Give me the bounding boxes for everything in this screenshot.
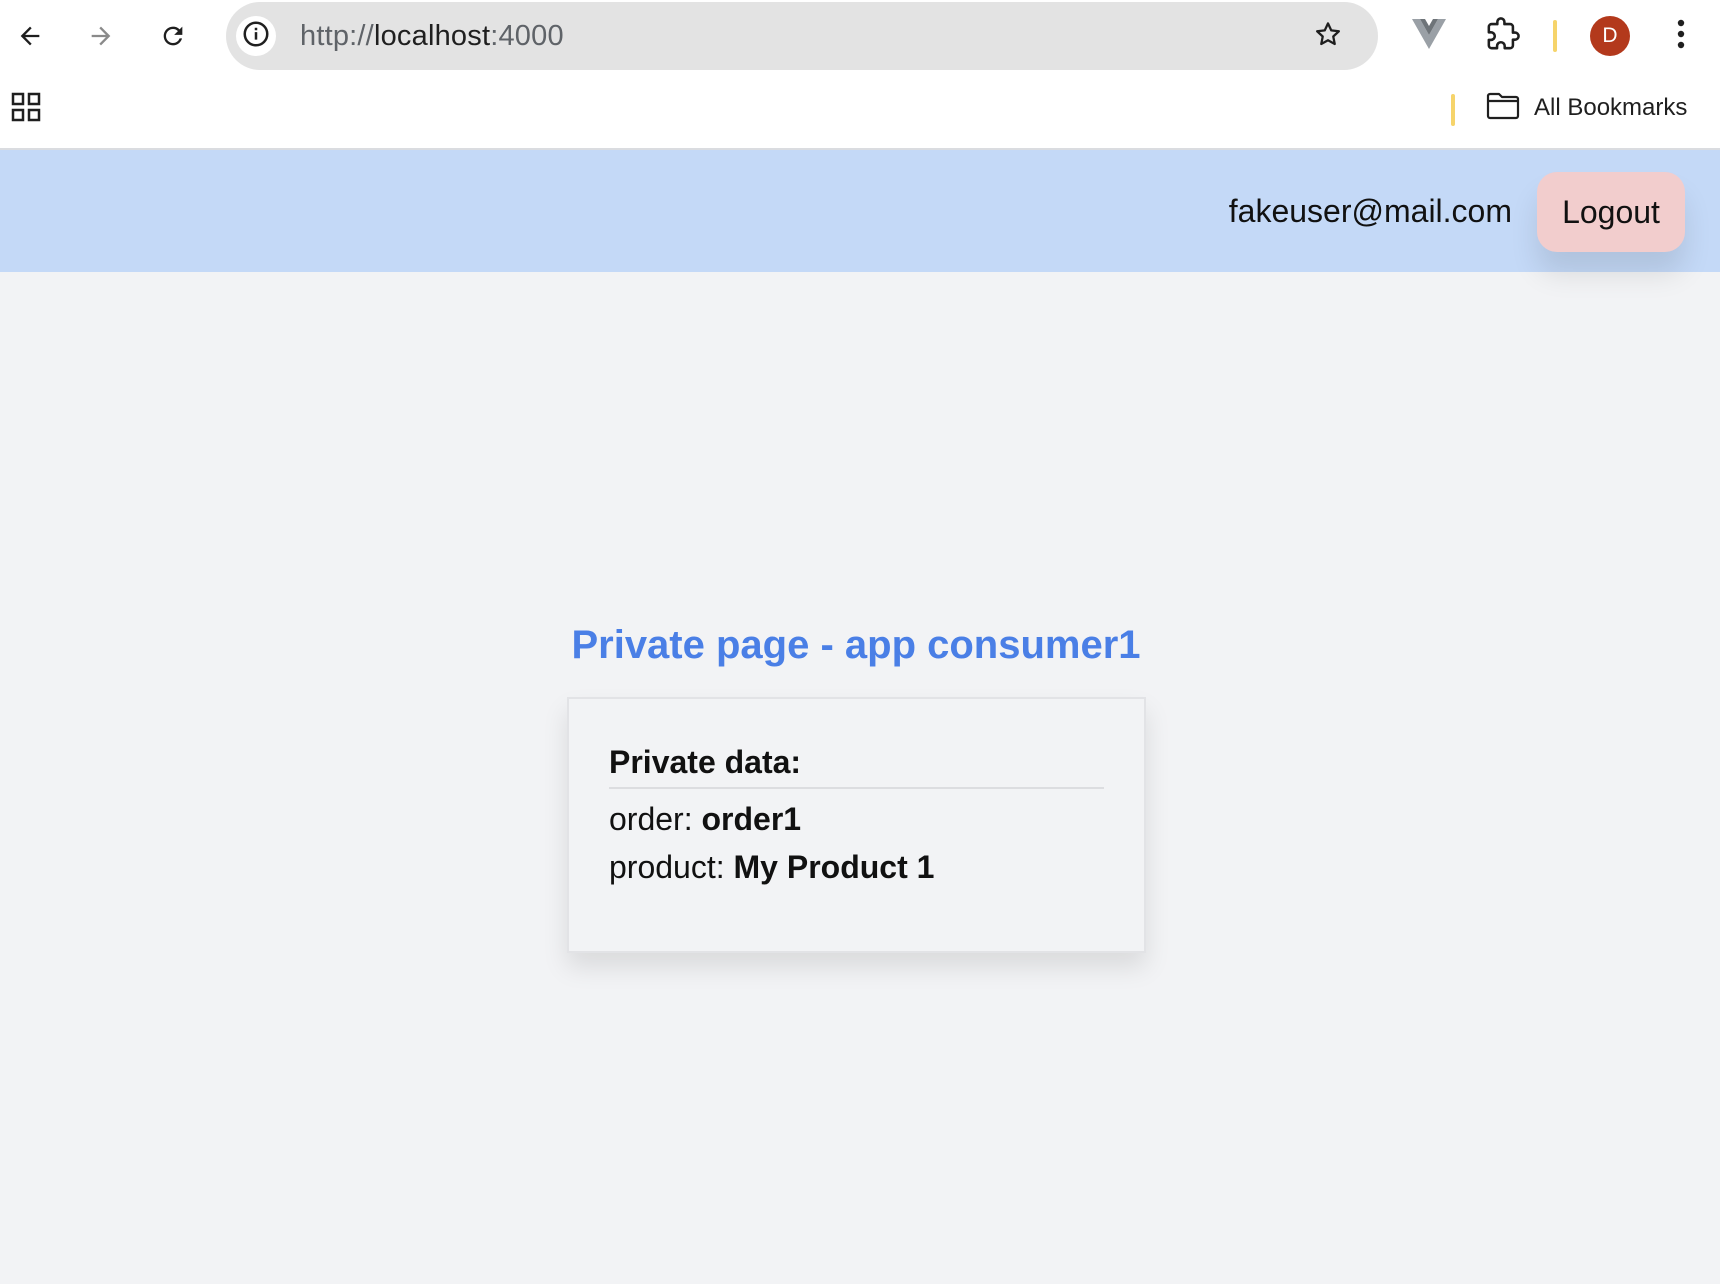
forward-button[interactable] [81,16,121,56]
reload-button[interactable] [153,16,193,56]
private-data-card: Private data: order: order1 product: My … [567,697,1146,953]
puzzle-icon [1486,16,1520,56]
browser-menu-button[interactable] [1664,16,1698,56]
url-scheme: http:// [300,20,374,52]
reload-icon [159,22,187,50]
folder-icon [1486,92,1520,125]
forward-icon [87,22,115,50]
order-value: order1 [701,801,802,837]
profile-avatar[interactable]: D [1590,16,1630,56]
extensions-button[interactable] [1482,15,1524,57]
vue-devtools-extension[interactable] [1409,17,1449,55]
more-vert-icon [1677,19,1685,54]
user-email: fakeuser@mail.com [1228,193,1512,229]
order-row: order: order1 [609,795,1104,843]
url-host: localhost [373,20,491,52]
card-heading: Private data: [609,743,1104,789]
bookmarks-bar: All Bookmarks [0,72,1720,150]
vue-devtools-icon [1412,18,1446,54]
app-header: fakeuser@mail.com Logout [0,150,1720,272]
page-title: Private page - app consumer1 [571,623,1141,667]
product-row: product: My Product 1 [609,843,1104,891]
back-icon [16,22,44,50]
url-text[interactable]: http://localhost:4000 [300,21,564,51]
address-bar[interactable]: http://localhost:4000 [226,2,1378,70]
site-info-button[interactable] [236,16,276,56]
product-label: product: [609,849,734,885]
bookmark-star-button[interactable] [1310,18,1346,54]
apps-grid-icon [11,92,41,127]
url-port: :4000 [490,20,564,52]
back-button[interactable] [10,16,50,56]
apps-button[interactable] [6,89,46,129]
toolbar-divider [1553,20,1557,52]
all-bookmarks-label: All Bookmarks [1534,94,1688,121]
site-info-icon [241,19,271,54]
browser-toolbar: http://localhost:4000 D [0,0,1720,72]
star-icon [1313,19,1343,54]
logout-button[interactable]: Logout [1537,172,1685,252]
product-value: My Product 1 [733,849,935,885]
all-bookmarks-button[interactable]: All Bookmarks [1482,86,1693,130]
order-label: order: [609,801,702,837]
bookmarks-divider [1451,94,1455,126]
